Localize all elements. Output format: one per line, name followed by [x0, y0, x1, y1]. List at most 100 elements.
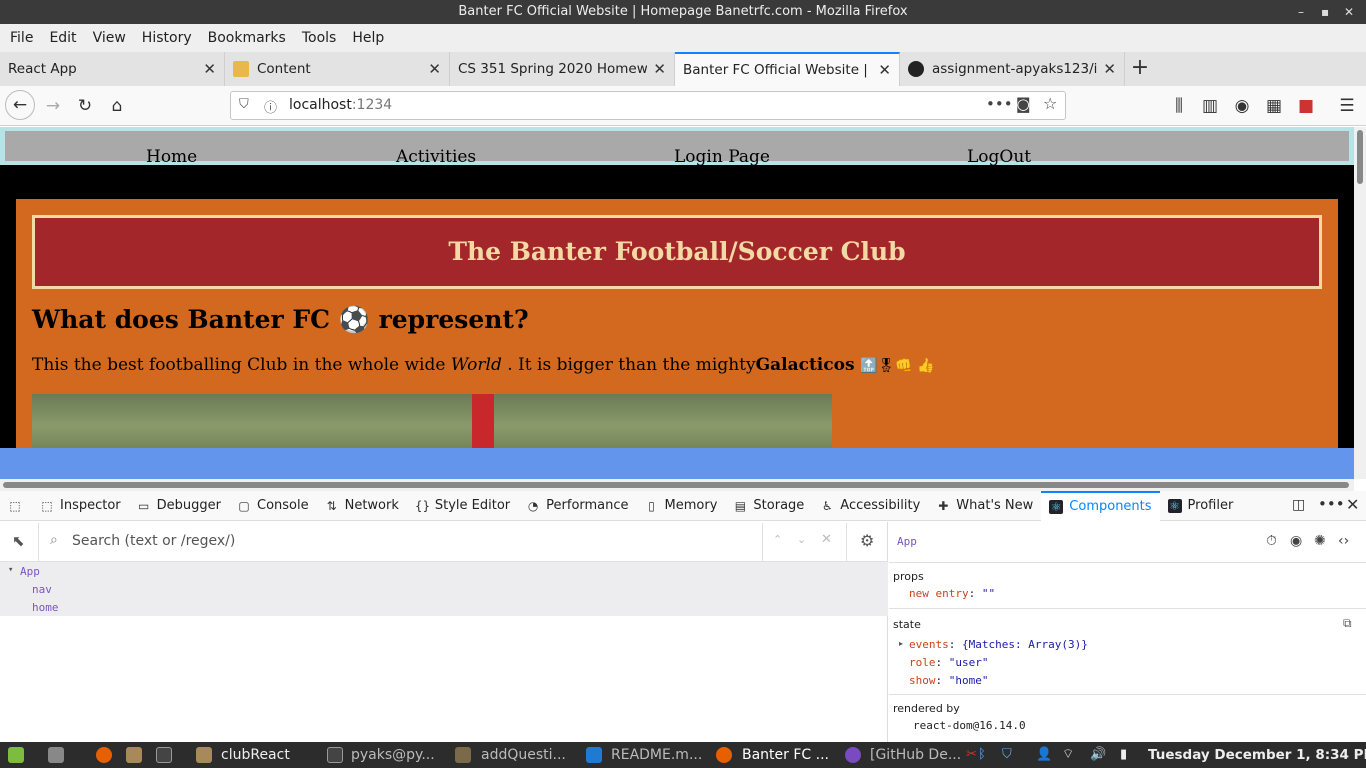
back-button[interactable]: ← — [5, 90, 35, 120]
vertical-scrollbar[interactable] — [1354, 127, 1366, 479]
sidebar-icon[interactable]: ▥ — [1196, 92, 1224, 120]
nav-home-link[interactable]: Home — [146, 147, 197, 167]
devtools-tab-whats-new[interactable]: ✚ What's New — [928, 491, 1041, 521]
tracking-shield-icon[interactable]: ⛉ — [239, 97, 249, 112]
taskbar-item-github-desktop[interactable]: [GitHub De... — [870, 742, 961, 768]
tree-node-home[interactable]: home — [32, 601, 59, 614]
close-tab-icon[interactable]: ✕ — [1103, 60, 1116, 78]
close-window-button[interactable]: ✕ — [1344, 0, 1354, 24]
battery-icon[interactable]: ▮ — [1120, 742, 1127, 768]
taskbar-item-banter-fc[interactable]: Banter FC ... — [742, 742, 829, 768]
page-actions-icon[interactable]: ••• — [986, 95, 1013, 113]
pick-element-icon[interactable]: ⬚ — [0, 491, 32, 521]
inspect-dom-eye-icon[interactable]: ◉ — [1290, 533, 1302, 549]
shield-tray-icon[interactable]: ⛉ — [1002, 742, 1012, 768]
menu-edit[interactable]: Edit — [41, 30, 84, 46]
clear-search-icon[interactable]: ✕ — [821, 532, 832, 547]
bookmark-star-icon[interactable]: ☆ — [1043, 94, 1057, 113]
close-tab-icon[interactable]: ✕ — [203, 60, 216, 78]
close-tab-icon[interactable]: ✕ — [653, 60, 666, 78]
tray-app-icon[interactable]: ✂ — [966, 742, 977, 768]
horizontal-scrollbar[interactable] — [0, 479, 1354, 491]
prop-row[interactable]: new entry: "" — [909, 587, 995, 600]
tree-node-app[interactable]: App — [20, 565, 40, 578]
next-result-icon[interactable]: ⌄ — [797, 533, 806, 546]
dock-toggle-icon[interactable]: ◫ — [1292, 497, 1305, 513]
url-text[interactable]: localhost:1234 — [289, 97, 392, 113]
devtools-tab-debugger[interactable]: ▭ Debugger — [129, 491, 229, 521]
tab-cs351[interactable]: CS 351 Spring 2020 Homework ✕ — [450, 52, 675, 86]
copy-icon[interactable]: ⧉ — [1343, 616, 1352, 631]
home-button[interactable]: ⌂ — [103, 92, 131, 120]
extensions-grid-icon[interactable]: ▦ — [1260, 92, 1288, 120]
previous-result-icon[interactable]: ⌃ — [773, 533, 782, 546]
devtools-tab-performance[interactable]: ◔ Performance — [518, 491, 636, 521]
devtools-tab-accessibility[interactable]: ♿ Accessibility — [812, 491, 928, 521]
tab-github-assignment[interactable]: assignment-apyaks123/inde ✕ — [900, 52, 1125, 86]
devtools-tab-style-editor[interactable]: {} Style Editor — [407, 491, 518, 521]
show-desktop-icon[interactable] — [48, 747, 64, 763]
devtools-tab-profiler[interactable]: ⚛ Profiler — [1160, 491, 1242, 521]
reload-button[interactable]: ↻ — [71, 92, 99, 120]
new-tab-button[interactable]: + — [1125, 52, 1155, 86]
files-launcher-icon[interactable] — [126, 747, 142, 763]
state-row-show[interactable]: show: "home" — [909, 674, 989, 687]
hamburger-menu-icon[interactable]: ☰ — [1333, 92, 1361, 120]
taskbar-item-clubreact[interactable]: clubReact — [221, 742, 290, 768]
minimize-button[interactable]: – — [1298, 0, 1304, 24]
menu-file[interactable]: File — [2, 30, 41, 46]
close-devtools-icon[interactable]: ✕ — [1346, 495, 1359, 514]
devtools-tab-console[interactable]: ▢ Console — [229, 491, 317, 521]
close-tab-icon[interactable]: ✕ — [878, 61, 891, 79]
devtools-tab-inspector[interactable]: ⬚ Inspector — [32, 491, 129, 521]
user-icon[interactable]: 👤 — [1036, 742, 1052, 768]
menu-view[interactable]: View — [85, 30, 134, 46]
devtools-tab-memory[interactable]: ▯ Memory — [637, 491, 726, 521]
site-info-icon[interactable]: ⓘ — [264, 97, 277, 116]
library-icon[interactable]: ⫼ — [1165, 92, 1193, 120]
react-devtools-icon[interactable]: ■ — [1292, 92, 1320, 120]
tab-banter-fc[interactable]: Banter FC Official Website | Ho ✕ — [675, 52, 900, 86]
expand-arrow-icon[interactable]: ▸ — [899, 639, 903, 648]
nav-activities-link[interactable]: Activities — [396, 147, 476, 167]
maximize-button[interactable]: ▪ — [1321, 0, 1329, 24]
firefox-launcher-icon[interactable] — [96, 747, 112, 763]
suspend-timer-icon[interactable]: ⏱ — [1266, 533, 1277, 549]
menu-tools[interactable]: Tools — [294, 30, 345, 46]
expand-arrow-icon[interactable]: ▾ — [8, 565, 13, 575]
devtools-options-icon[interactable]: ••• — [1318, 495, 1345, 513]
devtools-tab-network[interactable]: ⇅ Network — [317, 491, 407, 521]
devtools-tab-storage[interactable]: ▤ Storage — [725, 491, 812, 521]
taskbar-item-addquestion[interactable]: addQuesti... — [481, 742, 566, 768]
log-bug-icon[interactable]: ✺ — [1314, 533, 1326, 549]
tab-react-app[interactable]: React App ✕ — [0, 52, 225, 86]
tab-content[interactable]: Content ✕ — [225, 52, 450, 86]
close-tab-icon[interactable]: ✕ — [428, 60, 441, 78]
taskbar-item-terminal[interactable]: pyaks@py... — [351, 742, 435, 768]
devtools-tab-components[interactable]: ⚛ Components — [1041, 490, 1160, 521]
view-source-icon[interactable]: ‹› — [1338, 533, 1349, 549]
component-search-input[interactable]: Search (text or /regex/) — [72, 533, 235, 549]
account-icon[interactable]: ◉ — [1228, 92, 1256, 120]
nav-login-link[interactable]: Login Page — [674, 147, 770, 167]
pocket-icon[interactable]: ◙ — [1016, 95, 1031, 113]
nav-logout-link[interactable]: LogOut — [967, 147, 1031, 167]
menu-history[interactable]: History — [134, 30, 200, 46]
taskbar-clock[interactable]: Tuesday December 1, 8:34 PM — [1148, 742, 1366, 768]
flag-banner-image — [472, 394, 494, 448]
wifi-icon[interactable]: ⌔ — [1062, 742, 1074, 768]
terminal-launcher-icon[interactable] — [156, 747, 172, 763]
select-component-icon[interactable]: ⬉ — [12, 532, 25, 550]
menu-help[interactable]: Help — [344, 30, 392, 46]
state-row-events[interactable]: events: {Matches: Array(3)} — [909, 638, 1088, 651]
bluetooth-icon[interactable]: ᛒ — [978, 742, 986, 768]
menu-bookmarks[interactable]: Bookmarks — [200, 30, 294, 46]
state-row-role[interactable]: role: "user" — [909, 656, 989, 669]
settings-gear-icon[interactable]: ⚙ — [860, 531, 874, 550]
forward-button[interactable]: → — [39, 92, 67, 120]
taskbar-item-readme[interactable]: README.m... — [611, 742, 702, 768]
volume-icon[interactable]: 🔊 — [1090, 742, 1106, 768]
tree-node-nav[interactable]: nav — [32, 583, 52, 596]
url-bar[interactable]: ⛉ ⓘ localhost:1234 ••• ◙ ☆ — [230, 91, 1066, 120]
mint-menu-icon[interactable] — [8, 747, 24, 763]
